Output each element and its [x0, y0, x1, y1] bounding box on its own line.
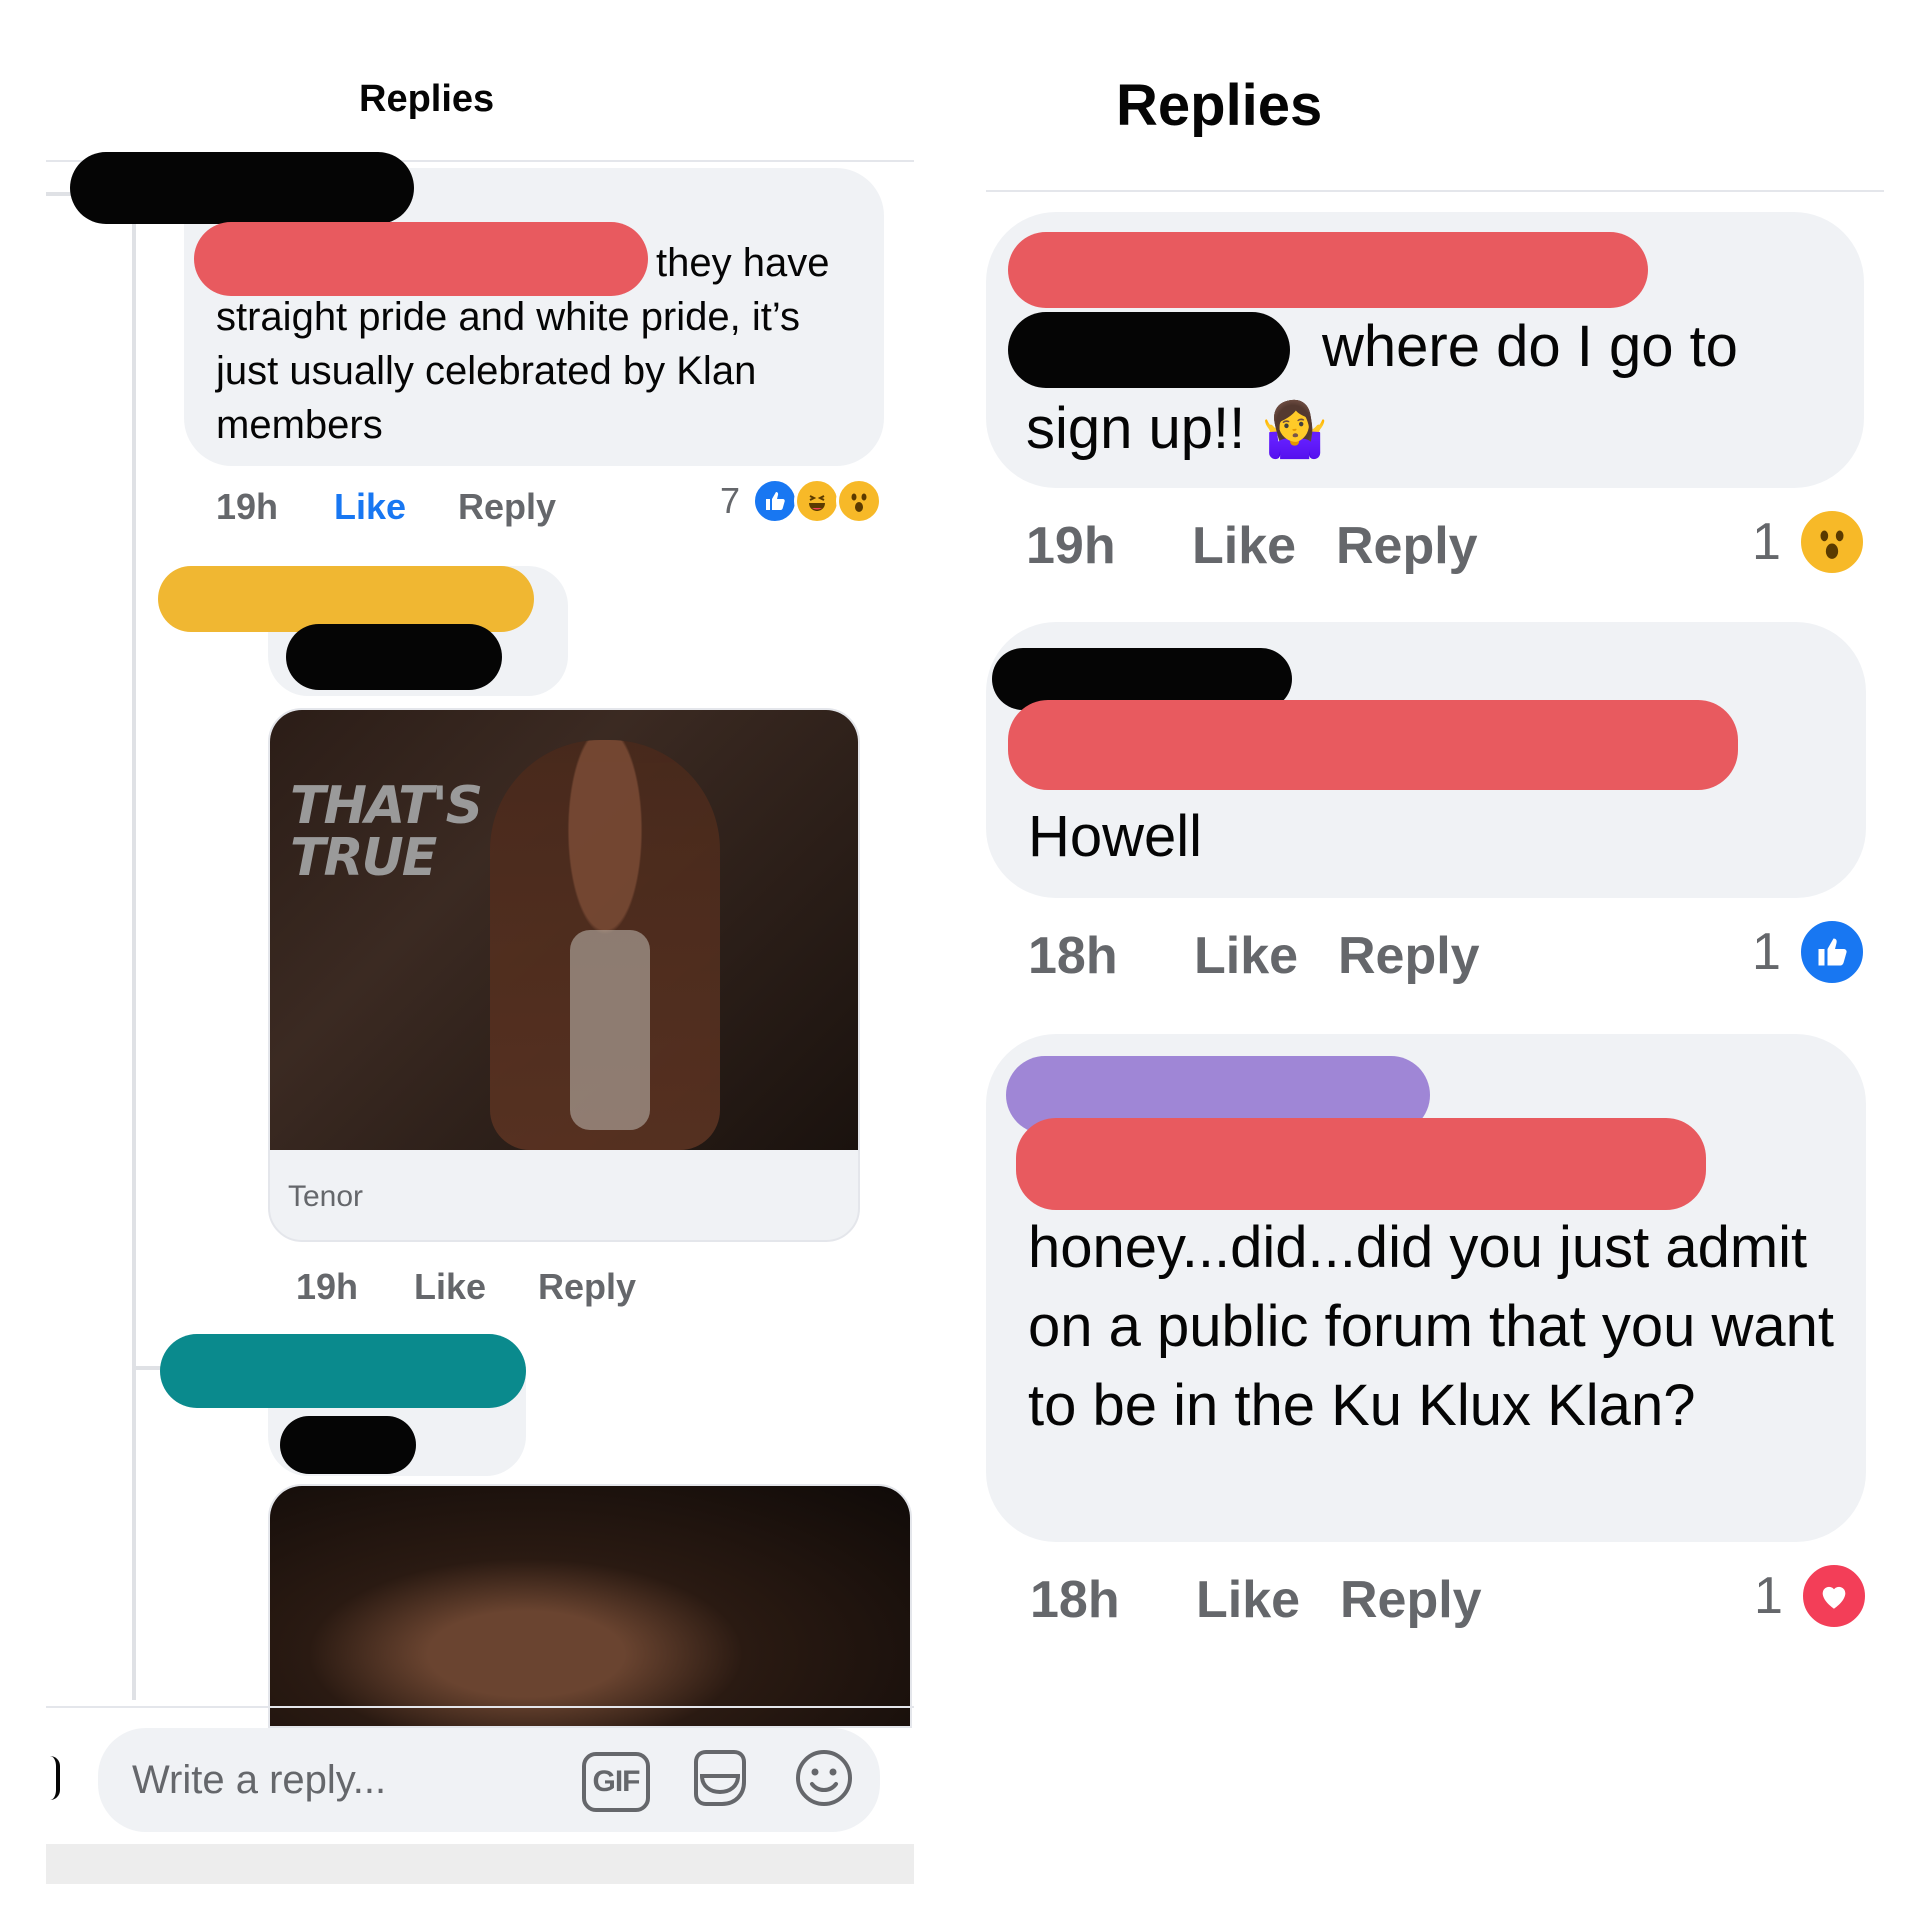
reply-link[interactable]: Reply [1340, 1570, 1482, 1630]
reply-link[interactable]: Reply [1336, 516, 1478, 576]
redacted-name [194, 222, 648, 296]
comment-time: 19h [216, 486, 279, 527]
gif-image [270, 1486, 910, 1726]
redacted-text [1008, 312, 1290, 388]
wow-icon [1798, 508, 1866, 576]
reaction-count[interactable]: 1 [1752, 922, 1781, 982]
comment-text: Howell [1028, 804, 1203, 869]
thread-line [132, 210, 136, 1700]
like-label: Like [334, 486, 407, 527]
reply-link[interactable]: Reply [538, 1266, 636, 1308]
reply-placeholder: Write a reply... [132, 1758, 387, 1802]
composer-divider [46, 1706, 914, 1708]
like-link[interactable]: Like [1192, 516, 1296, 576]
comment-text: sign up!! 🤷‍♀️ [1026, 394, 1329, 465]
left-panel: Replies they have straight pride and whi… [46, 0, 914, 1890]
header-divider [986, 190, 1884, 192]
like-link[interactable]: Like [334, 486, 406, 528]
like-link[interactable]: Like [414, 1266, 486, 1308]
like-link[interactable]: Like [1194, 926, 1298, 986]
page-title: Replies [359, 78, 495, 120]
comment-text: straight pride and white pride, it’s jus… [216, 295, 801, 447]
like-icon [752, 478, 798, 524]
love-icon [1800, 1562, 1868, 1630]
comment-text-tail: they have [656, 241, 830, 285]
gif-icon[interactable]: GIF [582, 1752, 650, 1812]
gif-figure-shirt [570, 930, 650, 1130]
shrug-emoji: 🤷‍♀️ [1261, 400, 1329, 460]
comment-time: 19h [296, 1266, 359, 1307]
gif-image: THAT'S TRUE [270, 710, 858, 1150]
redacted-text [1008, 700, 1738, 790]
bottom-nav-bar [46, 1844, 914, 1884]
reaction-count[interactable]: 1 [1752, 512, 1781, 572]
gif-attachment[interactable] [268, 1484, 912, 1728]
comment-time: 18h [1028, 927, 1118, 985]
gif-attachment[interactable]: THAT'S TRUE Tenor [268, 708, 860, 1242]
gif-source: Tenor [288, 1180, 364, 1213]
emoji-icon[interactable] [794, 1748, 854, 1808]
page-title: Replies [1116, 73, 1323, 138]
redacted-name [160, 1334, 526, 1408]
back-icon[interactable] [46, 1756, 60, 1800]
haha-icon [794, 478, 840, 524]
comment-text-tail: where do I go to [1322, 314, 1738, 379]
reaction-count[interactable]: 1 [1754, 1566, 1783, 1626]
redacted-avatar-name [70, 152, 414, 224]
reply-input[interactable]: Write a reply... [98, 1728, 880, 1832]
sticker-icon[interactable] [688, 1746, 752, 1810]
comment-time: 19h [1026, 517, 1116, 575]
reaction-count[interactable]: 7 [720, 480, 740, 522]
gif-caption-text: THAT'S TRUE [290, 776, 483, 888]
right-panel: Replies where do I go to sign up!! 🤷‍♀️ … [986, 0, 1886, 1700]
redacted-text [286, 624, 502, 690]
like-link[interactable]: Like [1196, 1570, 1300, 1630]
comment-text-line: sign up!! [1026, 396, 1246, 461]
redacted-name [158, 566, 534, 632]
comment-time: 18h [1030, 1571, 1120, 1629]
reply-link[interactable]: Reply [458, 486, 556, 528]
comment-text: honey...did...did you just admit on a pu… [1028, 1215, 1835, 1438]
like-icon [1798, 918, 1866, 986]
gif-icon-label: GIF [592, 1765, 641, 1798]
reply-link[interactable]: Reply [1338, 926, 1480, 986]
wow-icon [836, 478, 882, 524]
redacted-name [1008, 232, 1648, 308]
redacted-text [280, 1416, 416, 1474]
redacted-text [1016, 1118, 1706, 1210]
